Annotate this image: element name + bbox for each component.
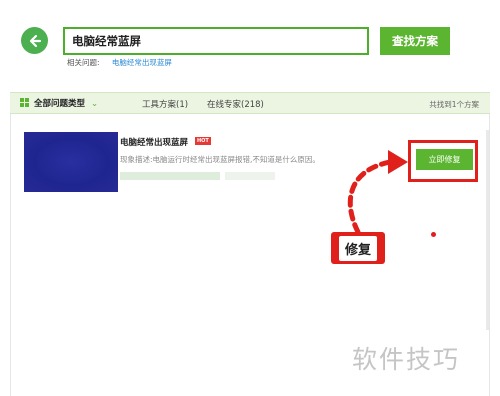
result-description: 现象描述:电脑运行时经常出现蓝屏报错,不知道是什么原因。 — [120, 155, 320, 164]
repair-annotation-label: 修复 — [331, 232, 385, 264]
search-input[interactable] — [65, 29, 367, 53]
tab-all-categories[interactable]: 全部问题类型 ⌄ — [20, 97, 98, 109]
filter-bar: 全部问题类型 ⌄ 工具方案(1) 在线专家(218) 共找到1个方案 — [10, 92, 490, 114]
search-box — [63, 27, 369, 55]
related-questions: 相关问题: 电脑经常出现蓝屏 — [67, 57, 172, 68]
watermark: 软件技巧 — [352, 345, 461, 374]
annotation-arrow — [347, 150, 408, 235]
red-dot-marker — [431, 232, 436, 237]
result-meta-blur-2 — [225, 172, 275, 180]
find-solution-button[interactable]: 查找方案 — [380, 27, 450, 55]
tab-all-label: 全部问题类型 — [34, 99, 86, 109]
result-title[interactable]: 电脑经常出现蓝屏 — [120, 136, 188, 148]
related-link[interactable]: 电脑经常出现蓝屏 — [112, 58, 172, 67]
chevron-down-icon: ⌄ — [91, 99, 99, 109]
result-thumbnail — [24, 132, 118, 192]
result-meta-blur — [120, 172, 220, 180]
scrollbar[interactable] — [486, 130, 489, 330]
found-count: 共找到1个方案 — [429, 100, 479, 109]
back-arrow-icon — [29, 34, 41, 47]
back-button[interactable] — [21, 27, 48, 54]
tab-experts[interactable]: 在线专家(218) — [207, 98, 264, 110]
related-label: 相关问题: — [67, 58, 100, 67]
tab-tools[interactable]: 工具方案(1) — [142, 98, 188, 110]
hot-badge: HOT — [195, 137, 211, 145]
annotation-text: 修复 — [338, 235, 377, 261]
grid-icon — [20, 98, 29, 107]
